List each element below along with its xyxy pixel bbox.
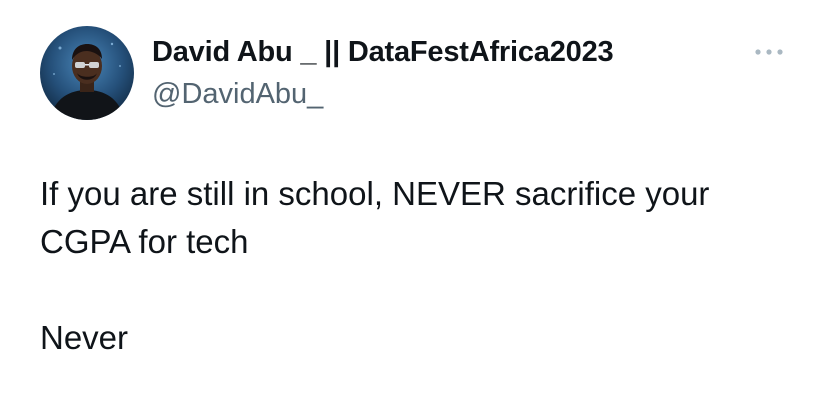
tweet-text-line: If you are still in school, NEVER sacrif… bbox=[40, 175, 710, 212]
author-handle[interactable]: @DavidAbu_ bbox=[152, 76, 323, 112]
user-avatar-icon bbox=[40, 26, 134, 120]
author-display-name[interactable]: David Abu _ || DataFestAfrica2023 bbox=[152, 34, 614, 70]
tweet-text-line: Never bbox=[40, 319, 129, 356]
more-horizontal-icon bbox=[755, 49, 783, 55]
more-options-button[interactable] bbox=[752, 42, 788, 62]
tweet-text: If you are still in school, NEVER sacrif… bbox=[40, 170, 800, 362]
tweet-text-line: CGPA for tech bbox=[40, 223, 249, 260]
tweet-card: David Abu _ || DataFestAfrica2023 @David… bbox=[0, 0, 828, 410]
avatar[interactable] bbox=[40, 26, 134, 120]
